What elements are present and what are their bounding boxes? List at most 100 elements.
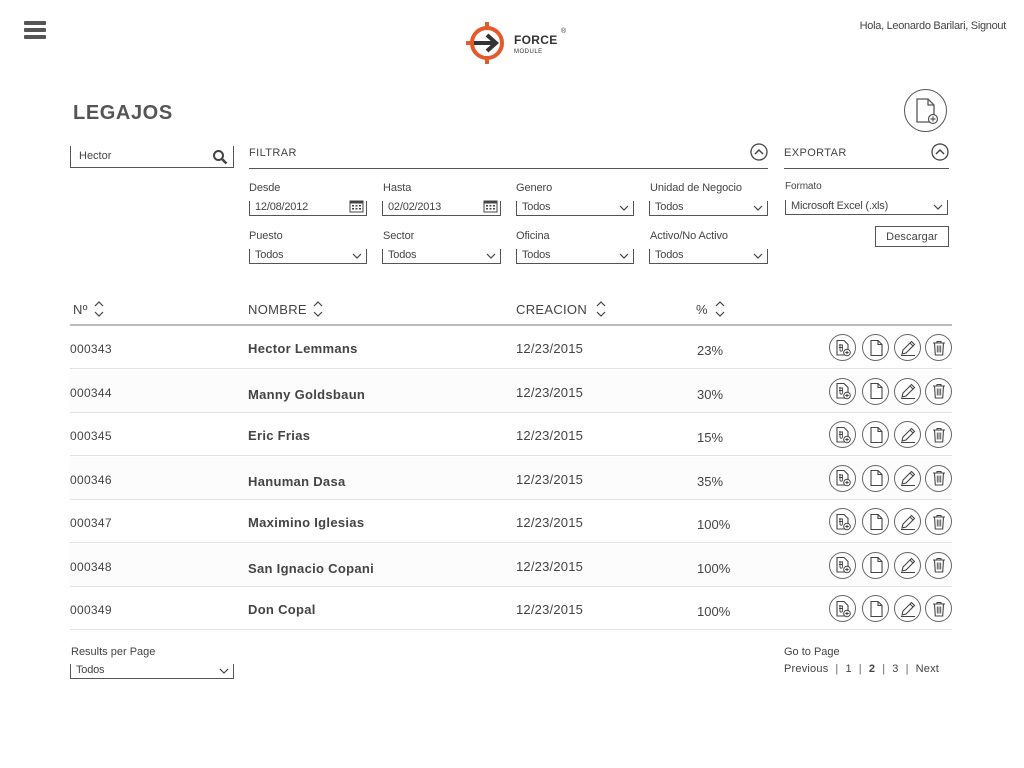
sector-select[interactable]: Todos: [382, 249, 501, 264]
chevron-down-icon: [219, 668, 229, 674]
delete-button[interactable]: [925, 334, 952, 361]
unidad-value: Todos: [655, 201, 684, 213]
trash-icon: [932, 340, 945, 356]
calendar-icon[interactable]: [483, 199, 498, 213]
search-icon[interactable]: [212, 149, 228, 165]
delete-button[interactable]: [925, 421, 952, 448]
delete-button[interactable]: [925, 595, 952, 622]
col-header-num[interactable]: Nº: [73, 300, 105, 318]
pager-separator: |: [905, 663, 909, 675]
view-document-button[interactable]: [862, 421, 889, 448]
view-document-button[interactable]: [862, 464, 889, 492]
oficina-select[interactable]: Todos: [516, 249, 634, 264]
edit-button[interactable]: [894, 421, 921, 448]
table-row[interactable]: 000347 Maximino Iglesias 12/23/2015 100%: [70, 500, 952, 543]
row-name[interactable]: Eric Frias: [248, 428, 310, 443]
row-number: 000346: [70, 472, 112, 487]
hamburger-menu-icon[interactable]: [24, 21, 46, 40]
attach-document-button[interactable]: [829, 334, 856, 361]
page-link-1[interactable]: 1: [845, 663, 851, 675]
delete-button[interactable]: [925, 377, 952, 405]
user-greeting-signout[interactable]: Hola, Leonardo Barilari, Signout: [860, 20, 1007, 32]
edit-button[interactable]: [894, 334, 921, 361]
attach-document-button[interactable]: [829, 551, 856, 579]
table-row[interactable]: 000349 Don Copal 12/23/2015 100%: [70, 587, 952, 630]
row-name[interactable]: Don Copal: [248, 602, 316, 617]
hasta-value: 02/02/2013: [388, 201, 442, 213]
col-header-created-label: CREACION: [516, 301, 588, 317]
view-document-button[interactable]: [862, 595, 889, 622]
sort-icon[interactable]: [93, 300, 105, 318]
view-document-button[interactable]: [862, 377, 889, 405]
row-number: 000349: [70, 603, 112, 617]
document-icon: [869, 426, 883, 443]
view-document-button[interactable]: [862, 551, 889, 579]
row-number: 000343: [70, 342, 112, 356]
row-percent: 100%: [697, 517, 731, 532]
sort-icon[interactable]: [312, 300, 324, 318]
chevron-down-icon: [486, 253, 496, 259]
desde-date-field[interactable]: 12/08/2012: [249, 199, 367, 216]
sort-icon[interactable]: [595, 300, 607, 318]
page-link-2-current[interactable]: 2: [869, 663, 875, 675]
activo-select[interactable]: Todos: [649, 249, 768, 264]
table-row[interactable]: 000346 Hanuman Dasa 12/23/2015 35%: [70, 456, 952, 500]
col-header-created[interactable]: CREACION: [516, 300, 607, 318]
edit-button[interactable]: [894, 508, 921, 535]
table-row[interactable]: 000343 Hector Lemmans 12/23/2015 23%: [70, 326, 952, 369]
attach-document-button[interactable]: [829, 508, 856, 535]
search-input[interactable]: [79, 150, 209, 162]
edit-button[interactable]: [894, 464, 921, 492]
new-file-button[interactable]: [904, 89, 947, 132]
attach-document-button[interactable]: [829, 464, 856, 492]
previous-page-link[interactable]: Previous: [784, 663, 828, 675]
unidad-label: Unidad de Negocio: [650, 182, 742, 194]
chevron-down-icon: [352, 253, 362, 259]
col-header-name[interactable]: NOMBRE: [248, 300, 324, 318]
row-name[interactable]: Maximino Iglesias: [248, 515, 364, 530]
activo-value: Todos: [655, 249, 684, 261]
hasta-date-field[interactable]: 02/02/2013: [382, 199, 501, 216]
format-select[interactable]: Microsoft Excel (.xls): [785, 200, 948, 215]
puesto-select[interactable]: Todos: [249, 249, 367, 264]
sort-icon[interactable]: [714, 300, 726, 318]
next-page-link[interactable]: Next: [916, 663, 939, 675]
chevron-up-icon[interactable]: [931, 143, 949, 161]
col-header-pct[interactable]: %: [696, 300, 726, 318]
page-link-3[interactable]: 3: [892, 663, 898, 675]
row-name[interactable]: Hector Lemmans: [248, 341, 358, 356]
row-actions: [829, 421, 956, 448]
table-row[interactable]: 000344 Manny Goldsbaun 12/23/2015 30%: [70, 369, 952, 413]
row-created: 12/23/2015: [516, 515, 584, 530]
edit-button[interactable]: [894, 595, 921, 622]
row-name[interactable]: Hanuman Dasa: [248, 474, 346, 489]
edit-button[interactable]: [894, 551, 921, 579]
attach-document-button[interactable]: [829, 377, 856, 405]
row-percent: 30%: [697, 386, 724, 402]
pagination: Previous | 1 | 2 | 3 | Next: [784, 663, 939, 675]
table-row[interactable]: 000345 Eric Frias 12/23/2015 15%: [70, 413, 952, 456]
table-row[interactable]: 000348 San Ignacio Copani 12/23/2015 100…: [70, 543, 952, 587]
chevron-down-icon: [753, 205, 763, 211]
attach-document-button[interactable]: [829, 595, 856, 622]
row-created: 12/23/2015: [516, 384, 584, 400]
download-button[interactable]: Descargar: [875, 226, 949, 247]
view-document-button[interactable]: [862, 334, 889, 361]
row-name[interactable]: Manny Goldsbaun: [248, 387, 365, 402]
row-name[interactable]: San Ignacio Copani: [248, 561, 374, 576]
attach-document-icon: [835, 426, 851, 443]
edit-button[interactable]: [894, 377, 921, 405]
delete-button[interactable]: [925, 464, 952, 492]
row-percent: 100%: [697, 604, 731, 619]
chevron-up-icon[interactable]: [750, 143, 768, 161]
delete-button[interactable]: [925, 508, 952, 535]
genero-select[interactable]: Todos: [516, 201, 634, 216]
view-document-button[interactable]: [862, 508, 889, 535]
attach-document-button[interactable]: [829, 421, 856, 448]
calendar-icon[interactable]: [349, 199, 364, 213]
document-icon: [869, 382, 883, 400]
unidad-select[interactable]: Todos: [649, 201, 768, 216]
delete-button[interactable]: [925, 551, 952, 579]
results-per-page-select[interactable]: Todos: [70, 664, 234, 679]
trash-icon: [932, 557, 945, 573]
